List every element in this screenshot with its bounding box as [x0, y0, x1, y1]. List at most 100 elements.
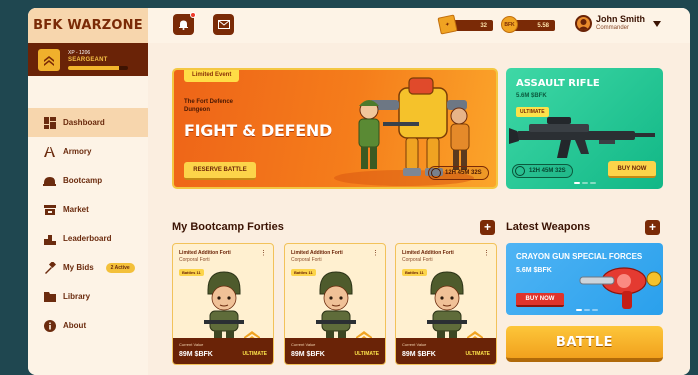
market-icon — [43, 204, 56, 216]
event-timer-text: 12H 45M 32S — [445, 170, 482, 176]
notifications-button[interactable] — [173, 12, 196, 35]
user-menu[interactable]: John Smith Commander — [575, 15, 661, 32]
sidebar-item-market[interactable]: Market — [28, 195, 148, 224]
buy-now-button[interactable]: BUY NOW — [608, 161, 656, 178]
folder-icon — [43, 291, 56, 303]
forti-value: 89M $BFK — [179, 351, 213, 358]
forti-name: Limited Addition Forti — [179, 250, 231, 256]
forti-tier: ULTIMATE — [242, 351, 267, 357]
sidebar-item-bootcamp[interactable]: Bootcamp — [28, 166, 148, 195]
sidebar-item-label: About — [63, 321, 87, 330]
clock-icon — [515, 166, 525, 176]
forti-value: 89M $BFK — [402, 351, 436, 358]
bfk-balance: BFK 5.58 — [501, 16, 555, 33]
forti-rank: Corporal Forti — [291, 257, 322, 263]
forti-card[interactable]: Limited Addition Forti Corporal Forti ⋮ … — [172, 243, 274, 365]
sidebar-item-leaderboard[interactable]: Leaderboard — [28, 224, 148, 253]
rank-xp: XP - 1206 — [68, 49, 91, 56]
sidebar-item-about[interactable]: About — [28, 311, 148, 340]
sidebar-item-label: Dashboard — [63, 118, 105, 127]
info-icon — [43, 319, 56, 332]
featured-weapon-title: ASSAULT RIFLE — [516, 78, 600, 89]
hammer-icon — [43, 261, 56, 274]
featured-timer-text: 12H 45M 32S — [529, 168, 566, 174]
featured-weapon-value: 5.6M $BFK — [516, 93, 547, 99]
forti-card-footer: Current Value 89M $BFK ULTIMATE — [285, 338, 385, 364]
bootcamp-section-title: My Bootcamp Forties — [172, 221, 284, 233]
avatar — [575, 15, 592, 32]
battle-button[interactable]: BATTLE — [506, 326, 663, 362]
notification-dot — [190, 12, 196, 18]
forti-card-header: Limited Addition Forti Corporal Forti — [402, 250, 454, 264]
ticket-icon: ✦ — [437, 14, 458, 35]
featured-weapon-card[interactable]: ASSAULT RIFLE 5.6M $BFK ULTIMATE 12H 45M… — [506, 68, 663, 189]
mail-icon — [217, 20, 230, 29]
event-subtitle: The Fort Defence Dungeon — [184, 99, 234, 113]
bell-icon — [179, 20, 188, 30]
forti-rank: Corporal Forti — [179, 257, 210, 263]
app-logo[interactable]: BFK WARZONE — [28, 8, 148, 43]
latest-weapon-card[interactable]: CRAYON GUN SPECIAL FORCES 5.6M $BFK BUY … — [506, 243, 663, 315]
user-role: Commander — [596, 25, 630, 31]
event-timer: 12H 45M 32S — [428, 166, 489, 180]
leaderboard-icon — [43, 233, 56, 245]
more-options-icon[interactable]: ⋮ — [483, 249, 490, 257]
coin-icon: BFK — [501, 16, 518, 33]
sidebar: BFK WARZONE XP - 1206 SEARGEANT Dashboar… — [28, 8, 148, 375]
soldier-image — [316, 271, 356, 338]
sidebar-item-library[interactable]: Library — [28, 282, 148, 311]
more-options-icon[interactable]: ⋮ — [372, 249, 379, 257]
chevron-down-icon — [653, 20, 661, 27]
forti-card[interactable]: Limited Addition Forti Corporal Forti ⋮ … — [284, 243, 386, 365]
more-options-icon[interactable]: ⋮ — [260, 249, 267, 257]
rank-name: SEARGEANT — [68, 56, 108, 63]
sidebar-item-label: Leaderboard — [63, 234, 112, 243]
bootcamp-icon — [43, 175, 56, 187]
sidebar-item-dashboard[interactable]: Dashboard — [28, 108, 148, 137]
assault-rifle-image — [509, 117, 655, 158]
crayon-gun-image — [579, 267, 662, 309]
sidebar-item-label: My Bids — [63, 263, 94, 272]
value-label: Current Value — [291, 342, 316, 347]
top-bar: ✦ 32 BFK 5.58 John Smith Commander — [148, 8, 690, 43]
carousel-dots[interactable] — [574, 182, 596, 184]
forti-rank: Corporal Forti — [402, 257, 433, 263]
ticket-balance: ✦ 32 — [437, 14, 493, 35]
buy-now-weapon-button[interactable]: BUY NOW — [516, 293, 564, 307]
soldier-image — [427, 271, 467, 338]
dashboard-icon — [43, 116, 56, 129]
active-bids-badge: 2 Active — [105, 262, 135, 273]
value-label: Current Value — [402, 342, 427, 347]
value-label: Current Value — [179, 342, 204, 347]
forti-name: Limited Addition Forti — [402, 250, 454, 256]
weapons-section-title: Latest Weapons — [506, 221, 591, 233]
sidebar-item-armory[interactable]: Armory — [28, 137, 148, 166]
add-weapon-button[interactable]: + — [645, 220, 660, 235]
forti-name: Limited Addition Forti — [291, 250, 343, 256]
sidebar-item-label: Library — [63, 292, 91, 301]
soldier-image — [204, 271, 244, 338]
sidebar-item-label: Bootcamp — [63, 176, 103, 185]
event-banner: Limited Event The Fort Defence Dungeon F… — [172, 68, 498, 189]
add-forti-button[interactable]: + — [480, 220, 495, 235]
forti-tier: ULTIMATE — [354, 351, 379, 357]
forti-card-header: Limited Addition Forti Corporal Forti — [291, 250, 343, 264]
ticket-count: 32 — [480, 22, 487, 29]
sidebar-item-label: Armory — [63, 147, 92, 156]
forti-card[interactable]: Limited Addition Forti Corporal Forti ⋮ … — [395, 243, 497, 365]
reserve-battle-button[interactable]: RESERVE BATTLE — [184, 162, 256, 180]
forti-value: 89M $BFK — [291, 351, 325, 358]
event-tag: Limited Event — [184, 70, 240, 82]
forti-card-footer: Current Value 89M $BFK ULTIMATE — [173, 338, 273, 364]
bfk-amount: 5.58 — [537, 22, 549, 29]
sidebar-item-my-bids[interactable]: My Bids 2 Active — [28, 253, 148, 282]
rank-chevron-icon — [38, 48, 60, 71]
forti-tier: ULTIMATE — [465, 351, 490, 357]
weapon-carousel-dots[interactable] — [576, 309, 598, 311]
main-content: Limited Event The Fort Defence Dungeon F… — [148, 43, 690, 375]
latest-weapon-value: 5.6M $BFK — [516, 267, 552, 274]
featured-timer: 12H 45M 32S — [512, 164, 573, 178]
rank-panel: XP - 1206 SEARGEANT — [28, 43, 148, 76]
messages-button[interactable] — [213, 14, 234, 35]
user-name: John Smith — [596, 14, 645, 24]
